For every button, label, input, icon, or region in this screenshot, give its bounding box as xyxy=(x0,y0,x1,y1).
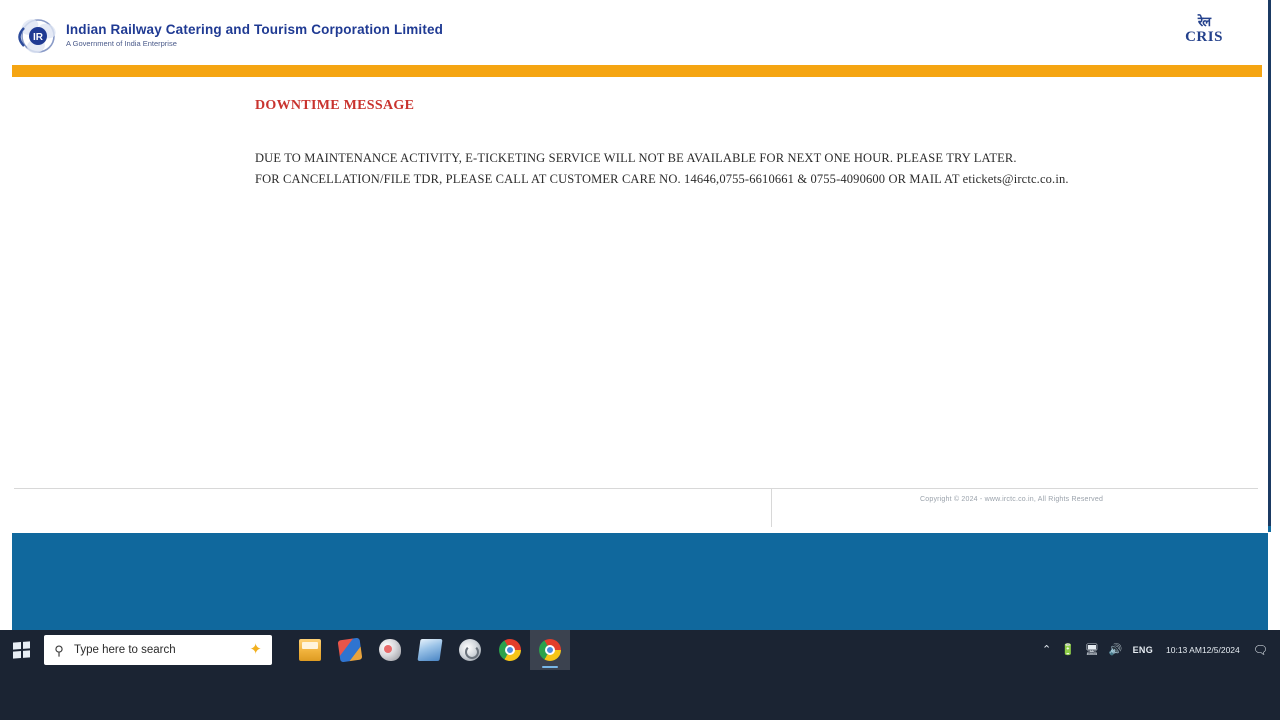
search-input[interactable]: ⚲ Type here to search ✦ xyxy=(44,635,272,665)
site-header: IR Indian Railway Catering and Tourism C… xyxy=(0,0,1268,62)
brand-text: Indian Railway Catering and Tourism Corp… xyxy=(66,22,443,49)
downtime-message-line-2: FOR CANCELLATION/FILE TDR, PLEASE CALL A… xyxy=(255,172,1069,186)
clock[interactable]: 10:13 AM 12/5/2024 xyxy=(1158,630,1248,670)
taskbar-item-edge[interactable] xyxy=(450,630,490,670)
search-icon: ⚲ xyxy=(54,642,64,658)
office-icon xyxy=(337,637,363,663)
clock-date: 12/5/2024 xyxy=(1201,644,1240,655)
brand-title: Indian Railway Catering and Tourism Corp… xyxy=(66,22,444,37)
content-sheet: IR Indian Railway Catering and Tourism C… xyxy=(0,0,1271,532)
irctc-logo-icon: IR xyxy=(14,16,62,56)
system-tray: ⌃ 🔋 🖥 🔊 ENG 10:13 AM 12/5/2024 🗨 xyxy=(1037,630,1280,670)
battery-icon[interactable]: 🔋 xyxy=(1056,630,1080,670)
cris-logo: रेल CRIS xyxy=(1172,14,1236,45)
windows-start-icon[interactable] xyxy=(0,630,42,670)
taskbar-item-paint[interactable] xyxy=(370,630,410,670)
page-blue-panel xyxy=(12,533,1268,630)
taskbar-item-chrome[interactable] xyxy=(490,630,530,670)
clock-time: 10:13 AM xyxy=(1166,644,1202,655)
chrome-icon xyxy=(499,639,521,661)
downtime-message-line-1: DUE TO MAINTENANCE ACTIVITY, E-TICKETING… xyxy=(255,151,1017,165)
cris-label: CRIS xyxy=(1185,29,1223,45)
edge-icon xyxy=(459,639,481,661)
word-icon xyxy=(417,639,443,661)
windows-taskbar: ⚲ Type here to search ✦ ⌃ 🔋 🖥 🔊 ENG 10:1… xyxy=(0,630,1280,720)
taskbar-app-icons xyxy=(290,630,570,670)
display-icon[interactable]: 🖥 xyxy=(1080,630,1104,670)
taskbar-item-word[interactable] xyxy=(410,630,450,670)
page-title: DOWNTIME MESSAGE xyxy=(255,98,415,113)
cris-mark-icon: रेल xyxy=(1197,14,1211,29)
taskbar-item-file-explorer[interactable] xyxy=(290,630,330,670)
copyright-text: Copyright © 2024 - www.irctc.co.in, All … xyxy=(920,496,1104,503)
chrome-icon xyxy=(539,639,561,661)
active-window-indicator xyxy=(542,666,558,668)
copilot-sparkle-icon[interactable]: ✦ xyxy=(249,639,262,661)
footer-divider-vertical xyxy=(771,489,772,527)
file-explorer-icon xyxy=(299,639,321,661)
show-hidden-icons-icon[interactable]: ⌃ xyxy=(1037,630,1056,670)
taskbar-item-chrome-window[interactable] xyxy=(530,630,570,670)
svg-text:IR: IR xyxy=(33,32,44,43)
language-indicator[interactable]: ENG xyxy=(1128,630,1158,670)
volume-icon[interactable]: 🔊 xyxy=(1104,630,1128,670)
footer-divider-horizontal xyxy=(14,488,1258,489)
paint-icon xyxy=(379,639,401,661)
downtime-message: DUE TO MAINTENANCE ACTIVITY, E-TICKETING… xyxy=(255,148,1069,190)
taskbar-item-office[interactable] xyxy=(330,630,370,670)
search-placeholder: Type here to search xyxy=(74,644,176,656)
orange-accent-bar xyxy=(12,65,1262,77)
windows-logo-icon xyxy=(12,641,30,659)
browser-page: IR Indian Railway Catering and Tourism C… xyxy=(0,0,1280,630)
notification-icon[interactable]: 🗨 xyxy=(1248,630,1280,670)
brand-subtitle: A Government of India Enterprise xyxy=(66,39,177,48)
